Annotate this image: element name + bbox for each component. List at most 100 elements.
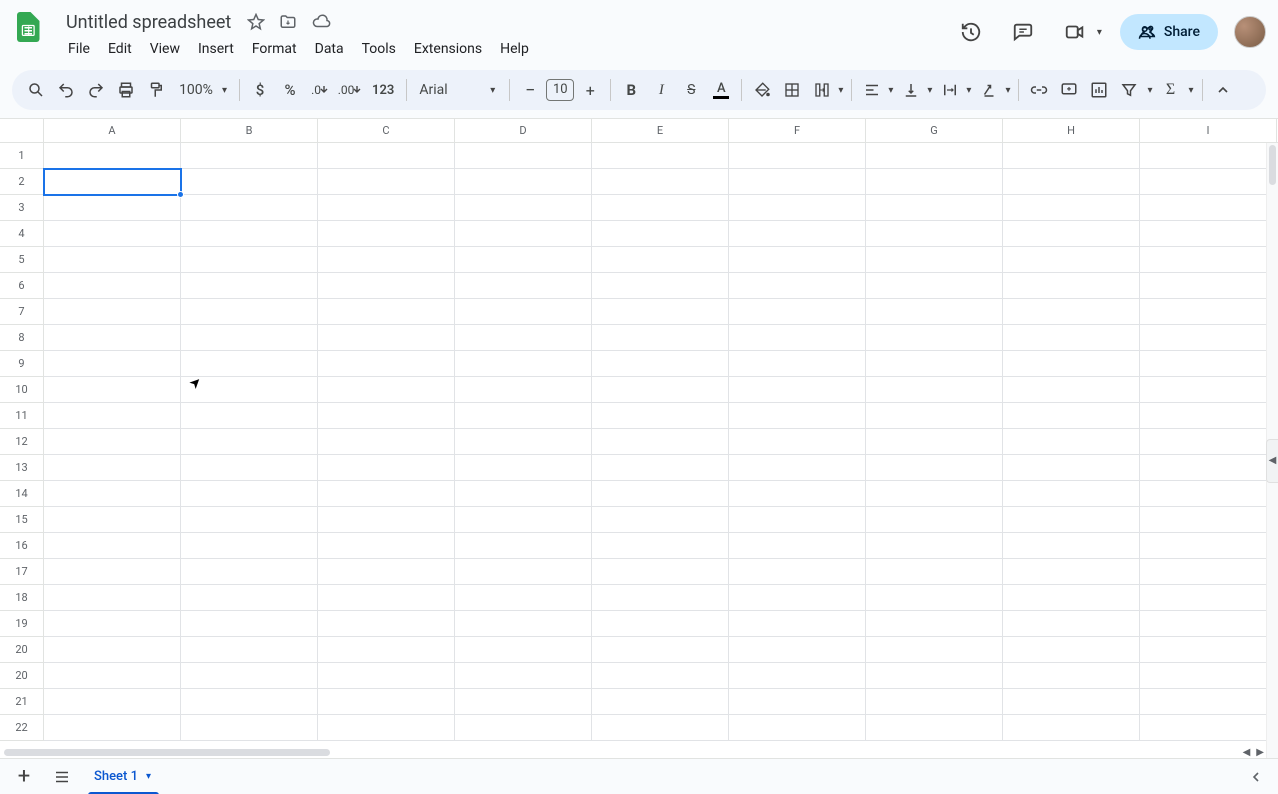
cell-F8[interactable] [729, 325, 866, 351]
cell-A14[interactable] [44, 481, 181, 507]
cell-H21[interactable] [1003, 689, 1140, 715]
cell-D20[interactable] [455, 637, 592, 663]
cell-A8[interactable] [44, 325, 181, 351]
cell-F20[interactable] [729, 637, 866, 663]
cell-F10[interactable] [729, 377, 866, 403]
cell-B15[interactable] [181, 507, 318, 533]
cell-E21[interactable] [592, 689, 729, 715]
cell-A1[interactable] [44, 143, 181, 169]
cell-D2[interactable] [455, 169, 592, 195]
cell-D11[interactable] [455, 403, 592, 429]
row-header-2[interactable]: 2 [0, 169, 44, 195]
cell-F6[interactable] [729, 273, 866, 299]
cell-A20[interactable] [44, 663, 181, 689]
all-sheets-icon[interactable] [46, 761, 78, 793]
cell-B5[interactable] [181, 247, 318, 273]
row-header-6[interactable]: 6 [0, 273, 44, 299]
row-header-16[interactable]: 16 [0, 533, 44, 559]
insert-chart-icon[interactable] [1085, 76, 1113, 104]
cell-G18[interactable] [866, 585, 1003, 611]
cell-D1[interactable] [455, 143, 592, 169]
column-header-G[interactable]: G [866, 119, 1003, 142]
cell-C4[interactable] [318, 221, 455, 247]
undo-icon[interactable] [52, 76, 80, 104]
cell-F9[interactable] [729, 351, 866, 377]
cell-B19[interactable] [181, 611, 318, 637]
cell-H8[interactable] [1003, 325, 1140, 351]
menu-help[interactable]: Help [492, 37, 537, 61]
cell-A22[interactable] [44, 715, 181, 741]
cell-I22[interactable] [1140, 715, 1277, 741]
sheet-tab-1[interactable]: Sheet 1 ▾ [84, 761, 163, 793]
cell-G4[interactable] [866, 221, 1003, 247]
row-header-5[interactable]: 5 [0, 247, 44, 273]
decrease-decimal-icon[interactable]: .0 [306, 76, 334, 104]
cell-E10[interactable] [592, 377, 729, 403]
cell-C8[interactable] [318, 325, 455, 351]
cell-C18[interactable] [318, 585, 455, 611]
row-header-17[interactable]: 17 [0, 559, 44, 585]
cell-D13[interactable] [455, 455, 592, 481]
add-sheet-icon[interactable]: + [8, 761, 40, 793]
cell-F3[interactable] [729, 195, 866, 221]
cell-H22[interactable] [1003, 715, 1140, 741]
cell-D12[interactable] [455, 429, 592, 455]
cell-D4[interactable] [455, 221, 592, 247]
cell-B13[interactable] [181, 455, 318, 481]
cell-D15[interactable] [455, 507, 592, 533]
cell-F11[interactable] [729, 403, 866, 429]
cell-B16[interactable] [181, 533, 318, 559]
cell-E9[interactable] [592, 351, 729, 377]
cell-I13[interactable] [1140, 455, 1277, 481]
cell-D21[interactable] [455, 689, 592, 715]
cell-F13[interactable] [729, 455, 866, 481]
cell-H5[interactable] [1003, 247, 1140, 273]
cell-D6[interactable] [455, 273, 592, 299]
cell-C12[interactable] [318, 429, 455, 455]
cell-H19[interactable] [1003, 611, 1140, 637]
row-header-12[interactable]: 12 [0, 429, 44, 455]
cell-I1[interactable] [1140, 143, 1277, 169]
cell-A20[interactable] [44, 637, 181, 663]
row-header-10[interactable]: 10 [0, 377, 44, 403]
row-header-9[interactable]: 9 [0, 351, 44, 377]
cell-G22[interactable] [866, 715, 1003, 741]
scroll-right-icon[interactable]: ▶ [1256, 747, 1264, 758]
cell-G20[interactable] [866, 637, 1003, 663]
cell-G1[interactable] [866, 143, 1003, 169]
column-header-B[interactable]: B [181, 119, 318, 142]
row-header-19[interactable]: 19 [0, 611, 44, 637]
cell-F21[interactable] [729, 689, 866, 715]
star-icon[interactable] [247, 13, 265, 31]
cell-G15[interactable] [866, 507, 1003, 533]
cell-G17[interactable] [866, 559, 1003, 585]
cell-E22[interactable] [592, 715, 729, 741]
cell-E16[interactable] [592, 533, 729, 559]
row-header-3[interactable]: 3 [0, 195, 44, 221]
cell-H6[interactable] [1003, 273, 1140, 299]
cell-I6[interactable] [1140, 273, 1277, 299]
row-header-4[interactable]: 4 [0, 221, 44, 247]
row-header-22[interactable]: 22 [0, 715, 44, 741]
cell-D8[interactable] [455, 325, 592, 351]
cell-A17[interactable] [44, 559, 181, 585]
cell-E13[interactable] [592, 455, 729, 481]
column-header-I[interactable]: I [1140, 119, 1277, 142]
cell-F2[interactable] [729, 169, 866, 195]
currency-icon[interactable]: $ [246, 76, 274, 104]
cell-B18[interactable] [181, 585, 318, 611]
column-header-C[interactable]: C [318, 119, 455, 142]
cell-H18[interactable] [1003, 585, 1140, 611]
row-header-11[interactable]: 11 [0, 403, 44, 429]
cell-I5[interactable] [1140, 247, 1277, 273]
cell-H13[interactable] [1003, 455, 1140, 481]
cell-E6[interactable] [592, 273, 729, 299]
cell-E5[interactable] [592, 247, 729, 273]
meet-icon[interactable] [1057, 14, 1093, 50]
cell-A9[interactable] [44, 351, 181, 377]
cell-G8[interactable] [866, 325, 1003, 351]
cell-C6[interactable] [318, 273, 455, 299]
cell-F4[interactable] [729, 221, 866, 247]
menu-view[interactable]: View [142, 37, 188, 61]
cell-F20[interactable] [729, 663, 866, 689]
